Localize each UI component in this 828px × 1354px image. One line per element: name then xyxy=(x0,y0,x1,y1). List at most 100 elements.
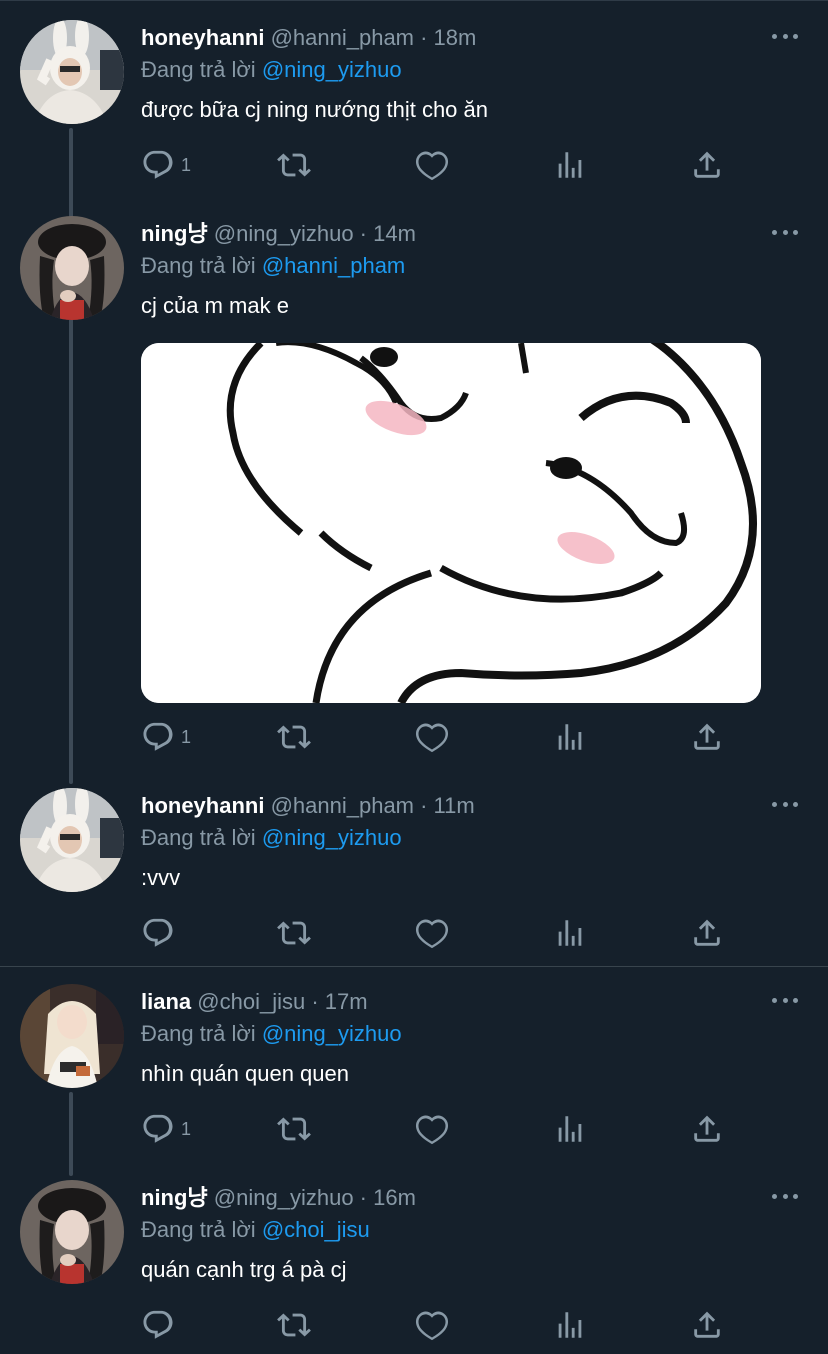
display-name[interactable]: honeyhanni xyxy=(141,793,264,818)
more-icon[interactable] xyxy=(772,794,798,814)
tweet-header: honeyhanni @hanni_pham · 18m xyxy=(141,24,476,52)
handle-time: @choi_jisu · 17m xyxy=(197,989,368,1014)
reply-button[interactable] xyxy=(141,915,181,951)
avatar[interactable] xyxy=(20,1180,124,1284)
share-button[interactable] xyxy=(690,1307,724,1343)
share-icon xyxy=(690,1112,724,1146)
tweet-header: honeyhanni @hanni_pham · 11m xyxy=(141,792,475,820)
retweet-icon xyxy=(277,1308,311,1342)
display-name[interactable]: ning냥 xyxy=(141,1185,208,1210)
reply-icon xyxy=(141,1308,175,1342)
analytics-button[interactable] xyxy=(553,719,587,755)
retweet-icon xyxy=(277,148,311,182)
analytics-icon xyxy=(553,148,587,182)
tweet-text: cj của m mak e xyxy=(141,293,289,318)
tweet-actions: 1 xyxy=(141,719,761,755)
avatar-photo xyxy=(20,216,124,320)
tweet-actions xyxy=(141,1307,761,1343)
avatar[interactable] xyxy=(20,788,124,892)
top-border xyxy=(0,0,828,1)
retweet-icon xyxy=(277,1112,311,1146)
analytics-icon xyxy=(553,1308,587,1342)
retweet-button[interactable] xyxy=(277,915,311,951)
tweet[interactable]: liana @choi_jisu · 17m Đang trả lời @nin… xyxy=(0,984,828,1164)
reply-icon xyxy=(141,720,175,754)
replying-to-handle[interactable]: @ning_yizhuo xyxy=(262,57,402,82)
thread-divider xyxy=(0,966,828,967)
replying-to-handle[interactable]: @ning_yizhuo xyxy=(262,825,402,850)
tweet-actions: 1 xyxy=(141,1111,761,1147)
replying-to: Đang trả lời @hanni_pham xyxy=(141,252,405,280)
avatar[interactable] xyxy=(20,20,124,124)
more-icon[interactable] xyxy=(772,222,798,242)
replying-to-handle[interactable]: @hanni_pham xyxy=(262,253,405,278)
share-icon xyxy=(690,720,724,754)
handle-time: @ning_yizhuo · 16m xyxy=(213,1185,416,1210)
reply-button[interactable] xyxy=(141,1307,181,1343)
avatar[interactable] xyxy=(20,984,124,1088)
display-name[interactable]: liana xyxy=(141,989,191,1014)
reply-button[interactable]: 1 xyxy=(141,719,191,755)
reply-button[interactable]: 1 xyxy=(141,147,191,183)
replying-to-label: Đang trả lời xyxy=(141,57,256,82)
heart-icon xyxy=(415,720,449,754)
tweet-header: ning냥 @ning_yizhuo · 16m xyxy=(141,1184,416,1212)
tweet-text: nhìn quán quen quen xyxy=(141,1061,349,1086)
more-icon[interactable] xyxy=(772,990,798,1010)
retweet-button[interactable] xyxy=(277,719,311,755)
share-button[interactable] xyxy=(690,719,724,755)
reply-button[interactable]: 1 xyxy=(141,1111,191,1147)
display-name[interactable]: honeyhanni xyxy=(141,25,264,50)
like-button[interactable] xyxy=(415,147,449,183)
tweet[interactable]: honeyhanni @hanni_pham · 11m Đang trả lờ… xyxy=(0,788,828,958)
tweet[interactable]: honeyhanni @hanni_pham · 18m Đang trả lờ… xyxy=(0,20,828,200)
tweet[interactable]: ning냥 @ning_yizhuo · 14m Đang trả lời @h… xyxy=(0,216,828,776)
like-button[interactable] xyxy=(415,915,449,951)
replying-to: Đang trả lời @ning_yizhuo xyxy=(141,56,402,84)
share-button[interactable] xyxy=(690,147,724,183)
avatar[interactable] xyxy=(20,216,124,320)
avatar-photo xyxy=(20,1180,124,1284)
handle-time: @hanni_pham · 11m xyxy=(270,793,475,818)
share-button[interactable] xyxy=(690,915,724,951)
tweet-header: liana @choi_jisu · 17m xyxy=(141,988,368,1016)
replying-to: Đang trả lời @ning_yizhuo xyxy=(141,824,402,852)
analytics-button[interactable] xyxy=(553,915,587,951)
share-icon xyxy=(690,148,724,182)
heart-icon xyxy=(415,916,449,950)
tweet-actions: 1 xyxy=(141,147,761,183)
handle-time: @ning_yizhuo · 14m xyxy=(213,221,416,246)
share-button[interactable] xyxy=(690,1111,724,1147)
handle-time: @hanni_pham · 18m xyxy=(270,25,477,50)
analytics-button[interactable] xyxy=(553,1111,587,1147)
retweet-button[interactable] xyxy=(277,1307,311,1343)
analytics-icon xyxy=(553,1112,587,1146)
replying-to: Đang trả lời @ning_yizhuo xyxy=(141,1020,402,1048)
analytics-button[interactable] xyxy=(553,147,587,183)
analytics-icon xyxy=(553,916,587,950)
like-button[interactable] xyxy=(415,719,449,755)
replying-to-handle[interactable]: @choi_jisu xyxy=(262,1217,370,1242)
retweet-button[interactable] xyxy=(277,147,311,183)
retweet-icon xyxy=(277,720,311,754)
share-icon xyxy=(690,916,724,950)
replying-to-label: Đang trả lời xyxy=(141,253,256,278)
replying-to-label: Đang trả lời xyxy=(141,1021,256,1046)
like-button[interactable] xyxy=(415,1307,449,1343)
meme-face-image xyxy=(141,343,761,703)
avatar-photo xyxy=(20,20,124,124)
replying-to-label: Đang trả lời xyxy=(141,1217,256,1242)
tweet-media[interactable] xyxy=(141,343,761,703)
replying-to-handle[interactable]: @ning_yizhuo xyxy=(262,1021,402,1046)
more-icon[interactable] xyxy=(772,1186,798,1206)
share-icon xyxy=(690,1308,724,1342)
analytics-button[interactable] xyxy=(553,1307,587,1343)
tweet[interactable]: ning냥 @ning_yizhuo · 16m Đang trả lời @c… xyxy=(0,1180,828,1354)
avatar-photo xyxy=(20,788,124,892)
more-icon[interactable] xyxy=(772,26,798,46)
like-button[interactable] xyxy=(415,1111,449,1147)
reply-count: 1 xyxy=(181,154,192,175)
heart-icon xyxy=(415,1112,449,1146)
display-name[interactable]: ning냥 xyxy=(141,221,208,246)
retweet-button[interactable] xyxy=(277,1111,311,1147)
